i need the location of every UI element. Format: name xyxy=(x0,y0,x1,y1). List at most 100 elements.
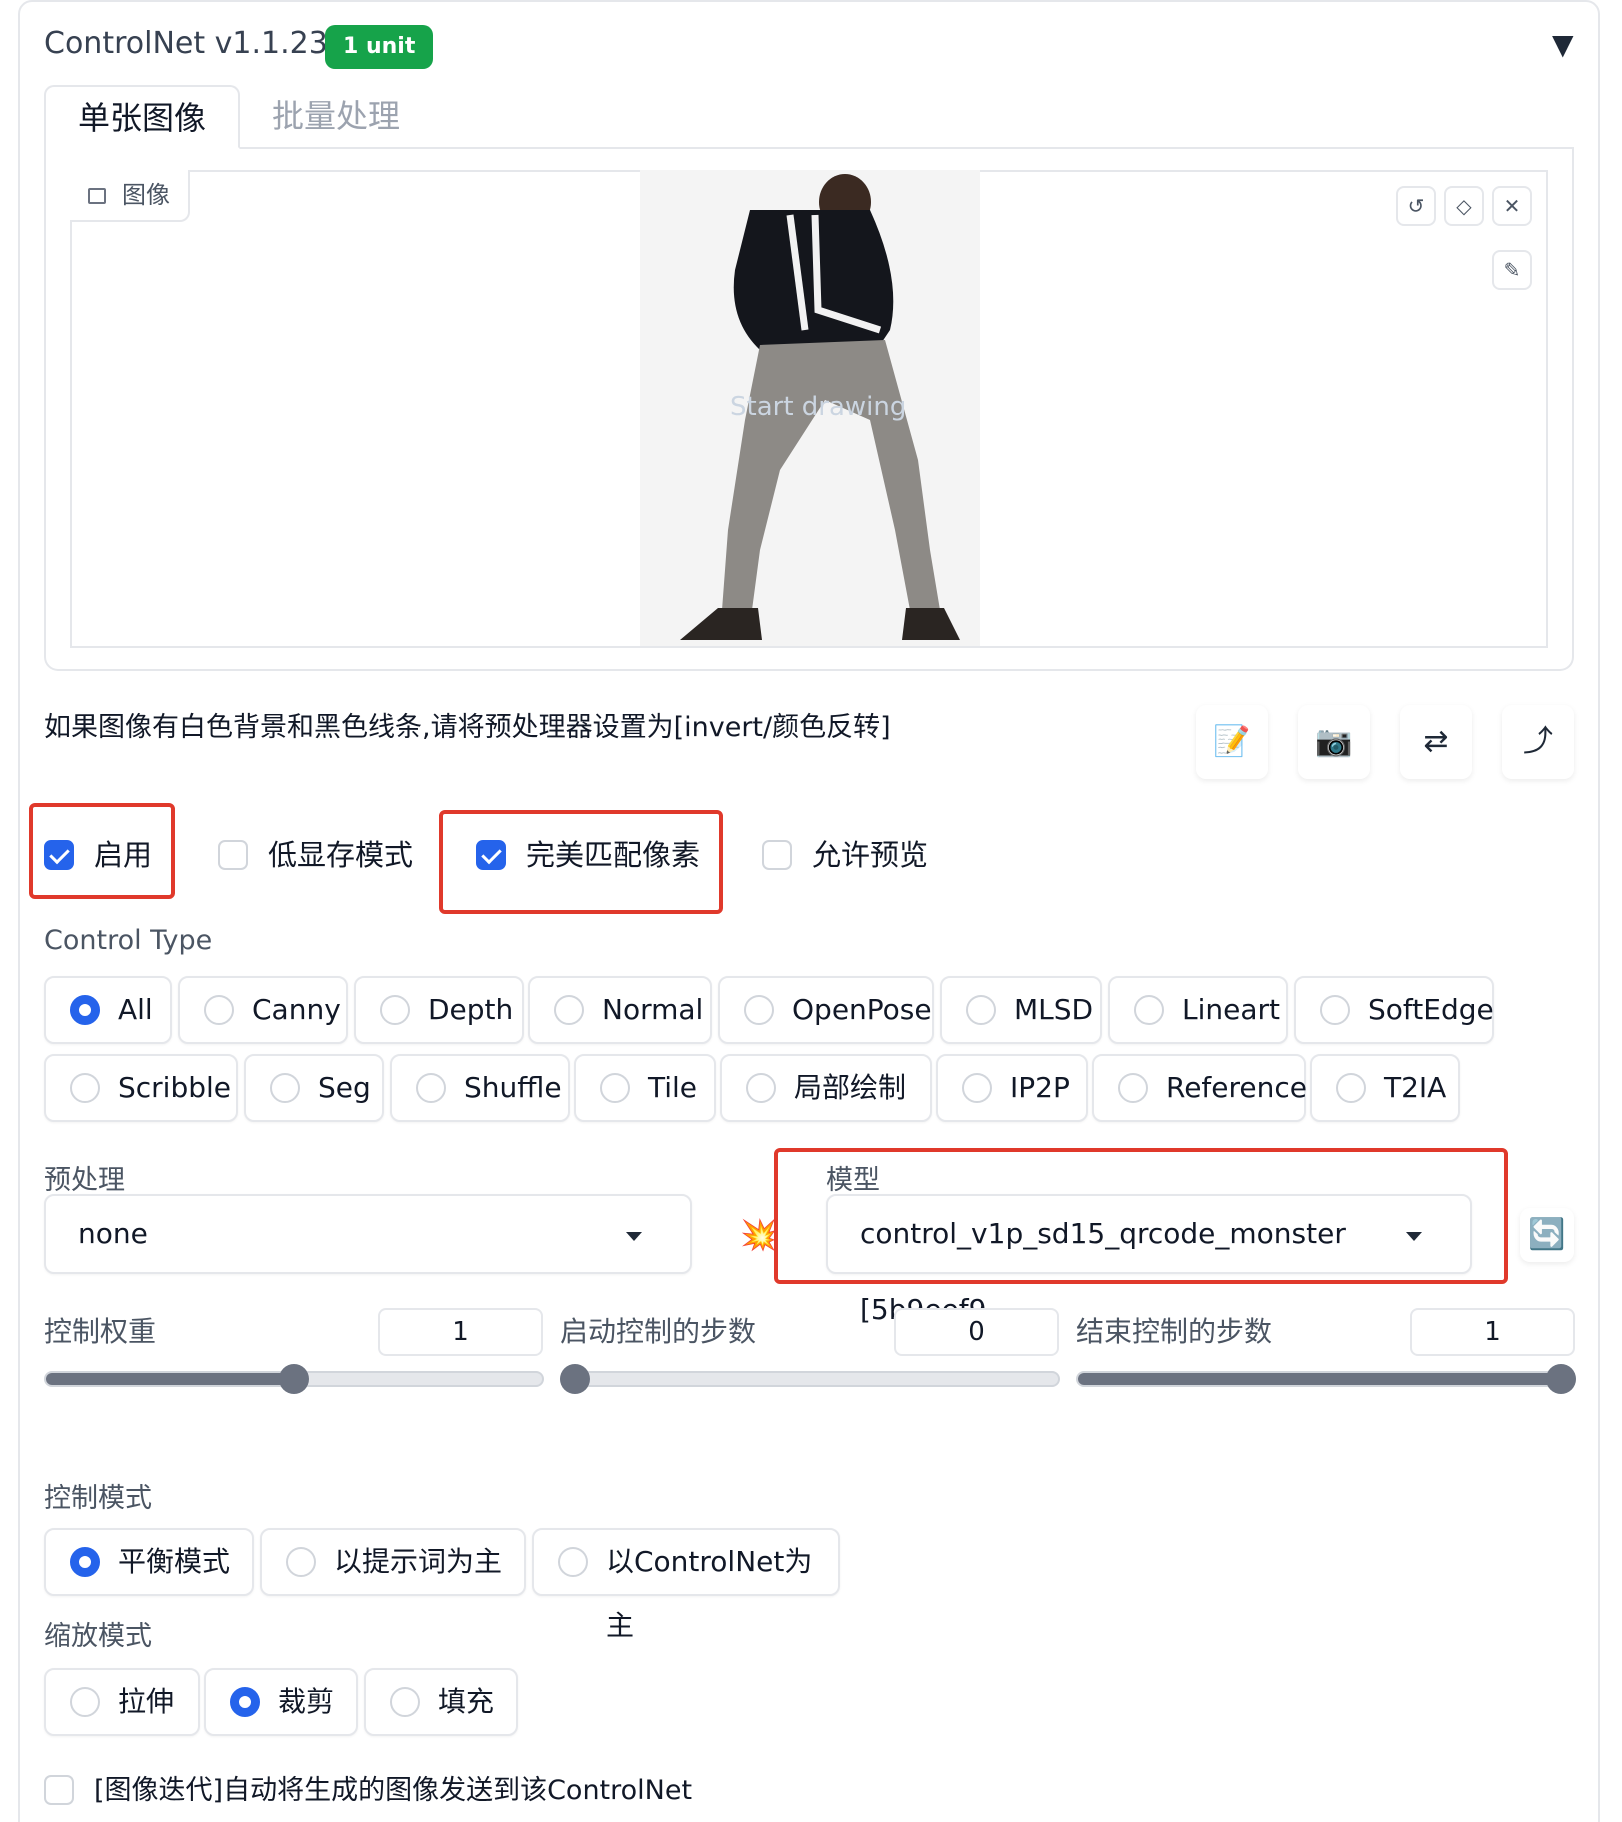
weight-slider-handle[interactable] xyxy=(279,1364,309,1394)
collapse-icon[interactable]: ▼ xyxy=(1552,28,1574,61)
radio-dot xyxy=(380,995,410,1025)
radio-dot xyxy=(966,995,996,1025)
preprocessor-label: 预处理 xyxy=(44,1165,125,1196)
run-preprocessor-icon[interactable]: 💥 xyxy=(740,1218,777,1253)
send-up-icon[interactable]: ⤴ xyxy=(1502,705,1574,779)
pixel-perfect-label: 完美匹配像素 xyxy=(526,838,701,872)
enable-checkbox[interactable]: 启用 xyxy=(44,838,152,872)
radio-dot xyxy=(70,995,100,1025)
radio-dot xyxy=(746,1073,776,1103)
enable-label: 启用 xyxy=(94,838,153,872)
camera-icon[interactable]: 📷 xyxy=(1298,705,1370,779)
radio-label: IP2P xyxy=(1010,1071,1070,1104)
control-type-scribble[interactable]: Scribble xyxy=(44,1054,238,1122)
radio-dot xyxy=(70,1073,100,1103)
radio-label: Canny xyxy=(252,993,341,1026)
control-type-seg[interactable]: Seg xyxy=(244,1054,384,1122)
unit-count-badge: 1 unit xyxy=(325,25,434,69)
control-type-lineart[interactable]: Lineart xyxy=(1108,976,1288,1044)
weight-label: 控制权重 xyxy=(44,1315,157,1348)
eraser-icon[interactable]: ◇ xyxy=(1444,186,1484,226)
radio-dot xyxy=(204,995,234,1025)
control-type-label: Control Type xyxy=(44,925,213,956)
control-type-ip2p[interactable]: IP2P xyxy=(936,1054,1088,1122)
control-type-canny[interactable]: Canny xyxy=(178,976,348,1044)
radio-dot xyxy=(70,1547,100,1577)
control-type-mlsd[interactable]: MLSD xyxy=(940,976,1102,1044)
undo-icon[interactable]: ↺ xyxy=(1396,186,1436,226)
end-step-input[interactable]: 1 xyxy=(1410,1308,1575,1356)
model-label: 模型 xyxy=(826,1165,880,1196)
preprocessor-select[interactable]: none xyxy=(44,1194,692,1274)
allow-preview-check-box[interactable] xyxy=(762,840,792,870)
radio-dot xyxy=(1336,1073,1366,1103)
radio-dot xyxy=(230,1687,260,1717)
pixel-perfect-check-box[interactable] xyxy=(476,840,506,870)
control-mode-balanced[interactable]: 平衡模式 xyxy=(44,1528,254,1596)
low-vram-check-box[interactable] xyxy=(218,840,248,870)
image-label-text: 图像 xyxy=(122,181,170,209)
radio-dot xyxy=(416,1073,446,1103)
radio-label: 裁剪 xyxy=(278,1685,335,1718)
control-type-openpose[interactable]: OpenPose xyxy=(718,976,934,1044)
control-mode-label: 控制模式 xyxy=(44,1483,152,1514)
weight-input[interactable]: 1 xyxy=(378,1308,543,1356)
tab-batch[interactable]: 批量处理 xyxy=(240,85,432,149)
resize-mode-stretch[interactable]: 拉伸 xyxy=(44,1668,200,1736)
radio-label: Depth xyxy=(428,993,514,1026)
close-icon[interactable]: ✕ xyxy=(1492,186,1532,226)
resize-mode-fill[interactable]: 填充 xyxy=(364,1668,518,1736)
control-type-t2ia[interactable]: T2IA xyxy=(1310,1054,1460,1122)
loopback-checkbox[interactable]: [图像迭代]自动将生成的图像发送到该ControlNet xyxy=(44,1773,692,1809)
end-step-slider-fill xyxy=(1078,1373,1574,1385)
start-step-label: 启动控制的步数 xyxy=(560,1315,757,1348)
radio-dot xyxy=(1134,995,1164,1025)
refresh-models-icon[interactable]: 🔄 xyxy=(1520,1208,1574,1262)
radio-label: Reference xyxy=(1166,1071,1307,1104)
control-type-softedge[interactable]: SoftEdge xyxy=(1294,976,1494,1044)
end-step-slider-handle[interactable] xyxy=(1546,1364,1576,1394)
allow-preview-checkbox[interactable]: 允许预览 xyxy=(762,838,928,872)
radio-label: OpenPose xyxy=(792,993,932,1026)
radio-dot xyxy=(554,995,584,1025)
radio-label: Shuffle xyxy=(464,1071,562,1104)
pixel-perfect-checkbox[interactable]: 完美匹配像素 xyxy=(476,838,700,872)
resize-mode-crop[interactable]: 裁剪 xyxy=(204,1668,358,1736)
control-type-normal[interactable]: Normal xyxy=(528,976,712,1044)
edit-icon[interactable]: 📝 xyxy=(1196,705,1268,779)
resize-mode-label: 缩放模式 xyxy=(44,1621,152,1652)
radio-dot xyxy=(744,995,774,1025)
low-vram-checkbox[interactable]: 低显存模式 xyxy=(218,838,413,872)
start-step-slider-handle[interactable] xyxy=(560,1364,590,1394)
radio-label: T2IA xyxy=(1384,1071,1447,1104)
start-step-input[interactable]: 0 xyxy=(894,1308,1059,1356)
control-type-shuffle[interactable]: Shuffle xyxy=(390,1054,570,1122)
tab-single-image[interactable]: 单张图像 xyxy=(44,85,241,149)
radio-dot xyxy=(1320,995,1350,1025)
radio-label: 填充 xyxy=(438,1685,495,1718)
control-type-reference[interactable]: Reference xyxy=(1092,1054,1307,1122)
start-step-slider-track[interactable] xyxy=(560,1371,1060,1387)
enable-check-box[interactable] xyxy=(44,840,74,870)
model-select[interactable]: control_v1p_sd15_qrcode_monster [5b9eef9 xyxy=(826,1194,1472,1326)
control-mode-controlnet[interactable]: 以ControlNet为主 xyxy=(532,1528,840,1642)
control-mode-prompt[interactable]: 以提示词为主 xyxy=(260,1528,526,1596)
panel-title[interactable]: ControlNet v1.1.232 xyxy=(44,26,347,61)
radio-label: Scribble xyxy=(118,1071,232,1104)
radio-dot xyxy=(70,1687,100,1717)
swap-icon[interactable]: ⇄ xyxy=(1400,705,1472,779)
radio-label: Seg xyxy=(318,1071,371,1104)
chevron-down-icon xyxy=(626,1232,642,1241)
allow-preview-label: 允许预览 xyxy=(812,838,929,872)
brush-icon[interactable]: ✎ xyxy=(1492,250,1532,290)
radio-label: Lineart xyxy=(1182,993,1280,1026)
control-type-depth[interactable]: Depth xyxy=(354,976,524,1044)
end-step-slider-track[interactable] xyxy=(1076,1371,1576,1387)
control-type-inpaint[interactable]: 局部绘制 xyxy=(720,1054,932,1122)
start-drawing-hint: Start drawing xyxy=(730,392,907,422)
radio-dot xyxy=(1118,1073,1148,1103)
control-type-tile[interactable]: Tile xyxy=(574,1054,716,1122)
loopback-check-box[interactable] xyxy=(44,1775,74,1805)
radio-dot xyxy=(962,1073,992,1103)
control-type-all[interactable]: All xyxy=(44,976,172,1044)
